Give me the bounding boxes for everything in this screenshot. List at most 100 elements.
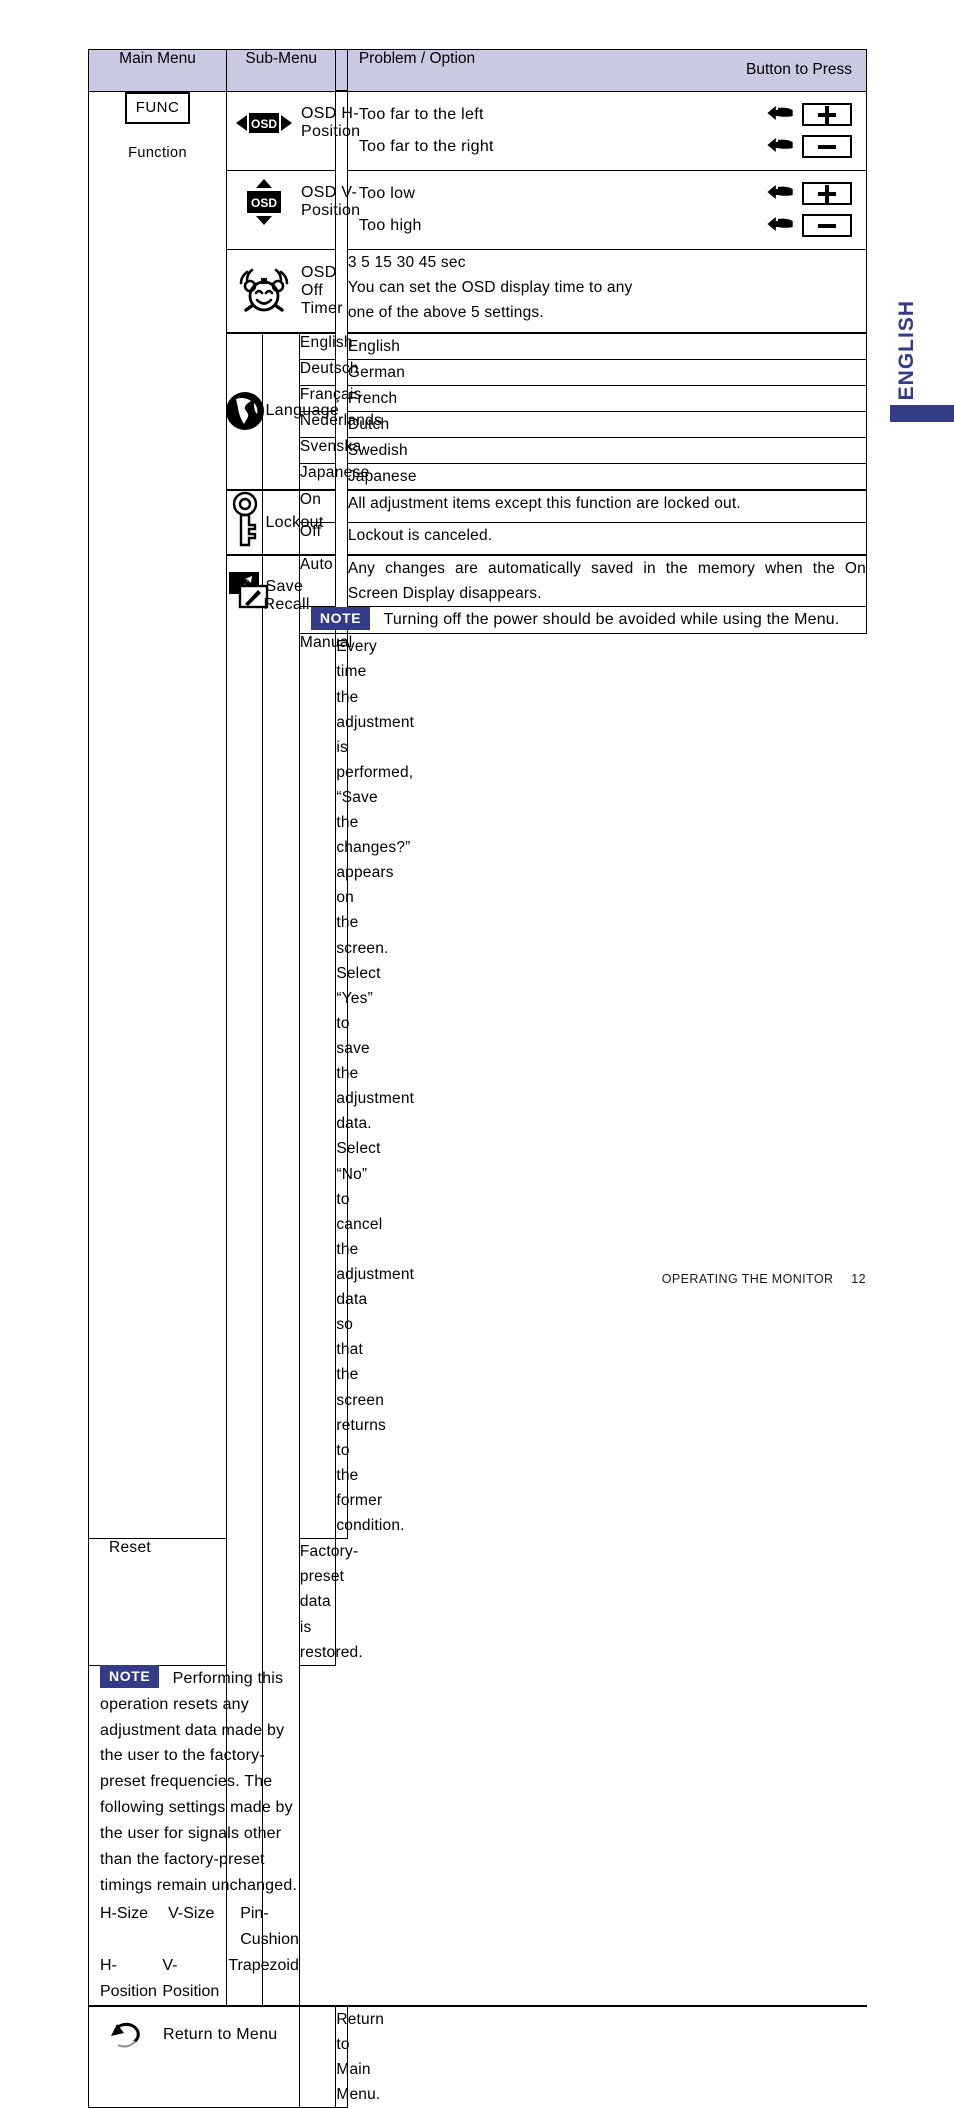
note-auto-cell: NOTE Turning off the power should be avo… xyxy=(298,606,868,635)
problem-text: Too high xyxy=(358,216,422,234)
reset-item: V-Size xyxy=(168,1904,215,1922)
plus-button-icon[interactable] xyxy=(802,103,852,126)
hand-point-left-icon xyxy=(766,136,793,158)
hand-point-left-icon xyxy=(766,104,793,126)
option-save-recall[interactable]: Manual xyxy=(298,633,352,1540)
option-meaning: Lockout is canceled. xyxy=(346,522,868,556)
svg-text:OSD: OSD xyxy=(251,196,277,210)
option-meaning: All adjustment items except this functio… xyxy=(346,489,868,524)
button-group[interactable] xyxy=(767,214,866,237)
problem-text: Too far to the right xyxy=(358,137,494,155)
row-osd-h-position: FUNC Function OSD OSD H-Position Too far… xyxy=(87,90,868,1540)
option-meaning: Any changes are automatically saved in t… xyxy=(346,554,868,608)
option-language[interactable]: Svenska xyxy=(298,436,361,465)
button-group[interactable] xyxy=(767,103,866,126)
option-meaning: English xyxy=(346,332,868,360)
row-save-recall-reset: Reset Factory-preset data is restored. xyxy=(87,1538,867,1666)
note-badge: NOTE xyxy=(100,1665,160,1689)
language-side-tab: ENGLISH xyxy=(886,300,926,405)
main-menu-label: Function xyxy=(128,144,187,161)
option-language[interactable]: English xyxy=(298,332,353,360)
description-return-to-menu: Return to Main Menu. xyxy=(335,2005,384,2108)
note-text: Turning off the power should be avoided … xyxy=(383,611,840,629)
plus-button-icon[interactable] xyxy=(802,182,852,205)
problem-row: Too far to the left xyxy=(348,99,866,131)
submenu-osd-h-position[interactable]: OSD OSD H-Position xyxy=(226,90,360,171)
description-osd-off-timer: 3 5 15 30 45 sec You can set the OSD dis… xyxy=(346,248,868,333)
table-header-row: Main Menu Sub-Menu Problem / Option Butt… xyxy=(87,49,868,92)
option-meaning: Dutch xyxy=(346,410,868,438)
minus-button-icon[interactable] xyxy=(802,214,852,237)
submenu-label: OSD V-Position xyxy=(301,183,361,219)
problem-text: Too low xyxy=(358,184,416,202)
hand-point-left-icon xyxy=(766,215,793,237)
option-meaning: German xyxy=(346,358,868,386)
column-divider xyxy=(298,2005,337,2108)
option-language[interactable]: Japanese xyxy=(298,463,369,491)
problem-row: Too far to the right xyxy=(348,131,866,163)
timer-desc-line-1: You can set the OSD display time to any xyxy=(347,278,633,296)
header-sub-menu: Sub-Menu xyxy=(226,49,337,92)
osd-function-table: Main Menu Sub-Menu Problem / Option Butt… xyxy=(87,49,868,2108)
row-note-reset: NOTE Performing this operation resets an… xyxy=(88,1664,867,2007)
footer-section: OPERATING THE MONITOR xyxy=(661,1272,834,1286)
submenu-osd-off-timer[interactable]: OSD Off Timer xyxy=(226,248,343,333)
problem-row: Too low xyxy=(348,178,866,210)
timer-desc-line-2: one of the above 5 settings. xyxy=(347,303,544,321)
option-meaning: French xyxy=(346,384,868,412)
return-arrow-icon xyxy=(89,2018,163,2052)
reset-item: Trapezoid xyxy=(228,1956,299,1974)
alarm-clock-icon xyxy=(227,266,301,316)
reset-item: V-Position xyxy=(162,1956,220,2000)
main-menu-cell-function: FUNC Function xyxy=(87,90,228,1540)
reset-item-row: H-Size V-Size Pin-Cushion xyxy=(100,1901,299,1953)
button-group[interactable] xyxy=(767,182,866,205)
osd-vertical-icon: OSD xyxy=(227,178,301,225)
key-icon xyxy=(229,491,261,549)
minus-button-icon[interactable] xyxy=(802,135,852,158)
submenu-lockout[interactable] xyxy=(226,489,264,556)
reset-item-row: H-Position V-Position Trapezoid xyxy=(100,1953,299,2005)
option-meaning: Swedish xyxy=(346,436,868,465)
submenu-label: Return to Menu xyxy=(163,2025,278,2043)
func-button-icon: FUNC xyxy=(124,91,191,124)
option-meaning: Factory-preset data is restored. xyxy=(298,1538,363,1666)
globe-icon xyxy=(224,390,266,432)
note-badge: NOTE xyxy=(310,606,371,630)
submenu-return-to-menu[interactable]: Return to Menu xyxy=(88,2005,300,2108)
header-problem-option-label: Problem / Option xyxy=(358,50,476,67)
option-save-recall[interactable]: Reset xyxy=(87,1538,228,1666)
option-language[interactable]: Nederlands xyxy=(298,410,382,438)
option-meaning: Japanese xyxy=(346,463,868,491)
problem-text: Too far to the left xyxy=(358,105,484,123)
option-lockout[interactable]: Off xyxy=(298,522,337,556)
problem-cell-osd-v-position: Too low Too high xyxy=(346,169,868,250)
submenu-label: OSD H-Position xyxy=(301,104,361,140)
footer-page-number: 12 xyxy=(851,1272,866,1286)
header-problem-option: Problem / Option Button to Press xyxy=(346,49,868,92)
option-meaning: Every time the adjustment is performed, … xyxy=(335,633,414,1540)
reset-item: Pin-Cushion xyxy=(240,1904,299,1948)
submenu-lockout-label-cell: Lockout xyxy=(262,489,323,556)
reset-item: H-Position xyxy=(100,1956,157,2000)
side-tab-label: ENGLISH xyxy=(894,300,918,401)
header-button-to-press: Button to Press xyxy=(746,61,852,78)
button-group[interactable] xyxy=(767,135,866,158)
submenu-label: OSD Off Timer xyxy=(301,263,343,317)
problem-row: Too high xyxy=(348,210,866,242)
note-text: Performing this operation resets any adj… xyxy=(100,1669,298,1895)
submenu-label: Save Recall xyxy=(263,578,310,614)
header-main-menu: Main Menu xyxy=(87,49,228,92)
option-language[interactable]: Deutsch xyxy=(298,358,359,386)
hand-point-left-icon xyxy=(766,183,793,205)
row-return-to-menu: Return to Menu Return to Main Menu. xyxy=(88,2005,867,2108)
header-divider xyxy=(335,49,348,92)
svg-text:OSD: OSD xyxy=(251,117,277,131)
timer-values: 3 5 15 30 45 sec xyxy=(347,253,466,271)
note-reset-cell: NOTE Performing this operation resets an… xyxy=(88,1664,300,2007)
problem-cell-osd-h-position: Too far to the left Too far to the right xyxy=(346,90,868,171)
manual-page: ENGLISH Main Menu Sub-Menu Problem / Opt… xyxy=(0,0,954,2108)
submenu-language-label-cell: Language xyxy=(262,332,339,491)
submenu-osd-v-position[interactable]: OSD OSD V-Position xyxy=(226,169,360,250)
submenu-language[interactable] xyxy=(224,332,266,491)
